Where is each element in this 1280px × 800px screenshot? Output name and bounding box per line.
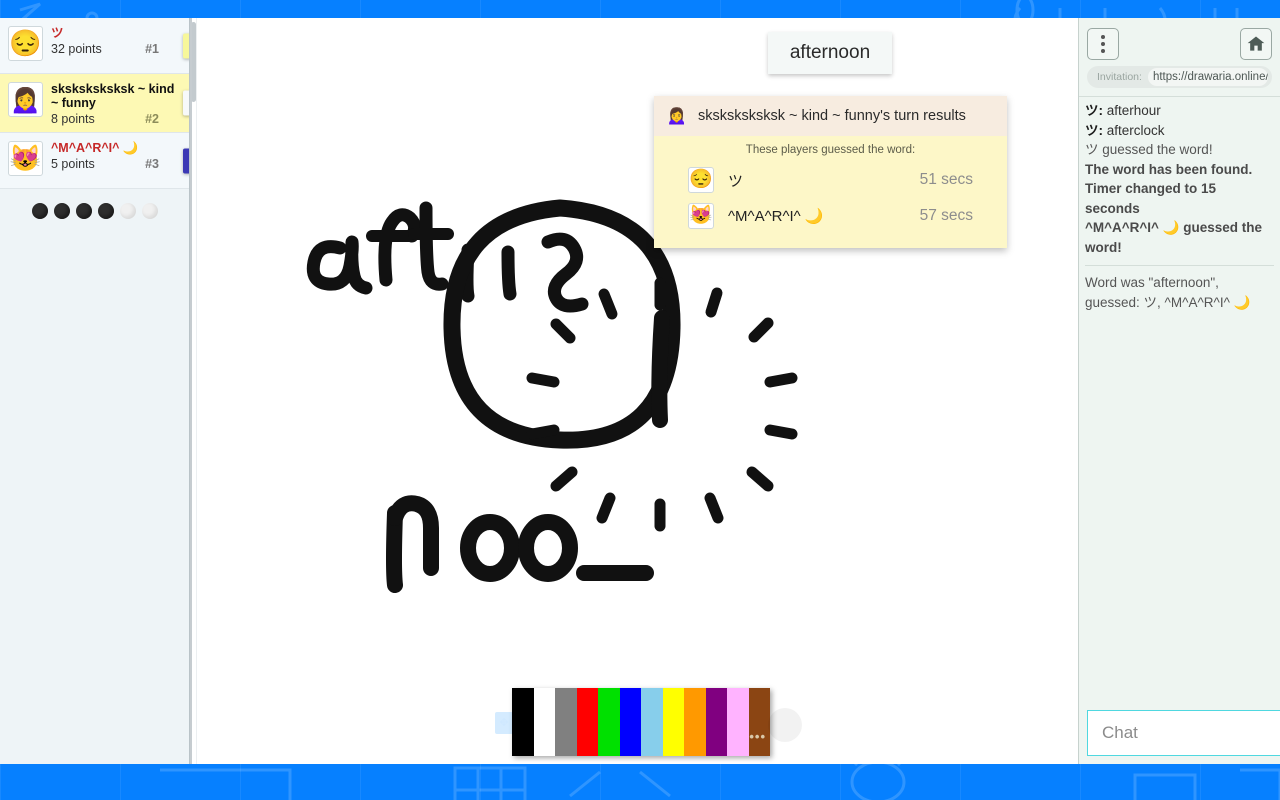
round-dot <box>75 203 92 219</box>
turn-results-body: These players guessed the word: 😔 ツ 51 s… <box>654 136 1007 248</box>
chat-message: ツ guessed the word! <box>1085 142 1213 157</box>
chat-message: The word has been found. <box>1085 161 1253 177</box>
round-dot <box>119 203 136 219</box>
guesser-name: ^M^A^R^I^ 🌙 <box>728 208 824 225</box>
chat-divider <box>1085 265 1274 266</box>
score-badge: +1 <box>183 148 189 173</box>
guesser-time: 51 secs <box>919 171 973 188</box>
turn-results-subtitle: These players guessed the word: <box>745 144 916 156</box>
drawing-canvas[interactable]: afternoon 🙍‍♀️ sksksksksksk ~ kind ~ fun… <box>190 18 1078 764</box>
color-swatch-blue[interactable] <box>619 688 641 756</box>
avatar: 😻 <box>688 203 714 229</box>
round-dot <box>53 203 70 219</box>
chat-text: afterclock <box>1103 122 1165 138</box>
chat-sender: ツ: <box>1085 122 1103 138</box>
avatar: 😔 <box>8 26 43 61</box>
chat-log[interactable]: ツ: afterhour ツ: afterclock ツ guessed the… <box>1079 96 1280 702</box>
current-word-banner: afternoon <box>768 32 892 74</box>
drawing-toolbar: ✥ ••• <box>190 674 1078 764</box>
more-colors-icon[interactable]: ••• <box>749 729 766 744</box>
players-panel: 😔 ツ 32 points #1 +3 🙍‍♀️ sksksksksksk ~ … <box>0 18 190 764</box>
guesser-time: 57 secs <box>919 207 973 224</box>
player-points: 32 points <box>51 42 102 56</box>
player-points: 8 points <box>51 112 95 126</box>
color-swatch-pink[interactable] <box>727 688 749 756</box>
player-rank: #3 <box>145 157 159 171</box>
player-row[interactable]: 😻 ^M^A^R^I^ 🌙 5 points #3 +1 <box>0 133 189 189</box>
invitation-bar[interactable]: Invitation: https://drawaria.online/roor <box>1087 66 1272 88</box>
chat-toolbar <box>1079 18 1280 66</box>
extra-tools-icon[interactable] <box>768 708 802 742</box>
player-points: 5 points <box>51 157 95 171</box>
chat-text: afterhour <box>1103 103 1161 118</box>
round-dot <box>97 203 114 219</box>
chat-sender: ツ: <box>1085 103 1103 118</box>
color-swatch-red[interactable] <box>576 688 598 756</box>
player-rank: #1 <box>145 42 159 56</box>
menu-button[interactable] <box>1087 28 1119 60</box>
round-dot <box>31 203 48 219</box>
color-swatch-yellow[interactable] <box>662 688 684 756</box>
color-swatch-lightblue[interactable] <box>641 688 663 756</box>
color-swatch-orange[interactable] <box>684 688 706 756</box>
chat-summary: Word was "afternoon", guessed: ツ, ^M^A^R… <box>1085 275 1251 310</box>
chat-message: ツ: afterhour <box>1085 101 1274 121</box>
color-swatch-white[interactable] <box>533 688 555 756</box>
score-badge: +2 <box>183 90 189 116</box>
player-row[interactable]: 😔 ツ 32 points #1 +3 <box>0 18 189 74</box>
home-button[interactable] <box>1240 28 1272 60</box>
invitation-url[interactable]: https://drawaria.online/roor <box>1147 68 1268 86</box>
color-swatch-gray[interactable] <box>555 688 577 756</box>
avatar: 🙍‍♀️ <box>8 82 43 117</box>
turn-results-title: sksksksksksk ~ kind ~ funny's turn resul… <box>698 108 966 124</box>
home-icon <box>1247 36 1265 51</box>
chat-panel: Invitation: https://drawaria.online/roor… <box>1078 18 1280 764</box>
chat-message: ^M^A^R^I^ 🌙 guessed the word! <box>1085 220 1262 255</box>
color-swatch-black[interactable] <box>512 688 534 756</box>
badge-rail <box>190 18 192 764</box>
avatar: 🙍‍♀️ <box>666 106 688 125</box>
player-name: ツ <box>51 26 64 40</box>
avatar: 😔 <box>688 167 714 193</box>
guesser-name: ツ <box>728 172 744 190</box>
guesser-row: 😻 ^M^A^R^I^ 🌙 57 secs <box>654 198 1007 234</box>
color-swatch-green[interactable] <box>598 688 620 756</box>
chat-message: Timer changed to 15 seconds <box>1085 181 1217 216</box>
invitation-label: Invitation: <box>1097 71 1142 83</box>
player-name: sksksksksksk ~ kind ~ funny <box>51 82 175 110</box>
brush-size-icon[interactable]: ✥ <box>495 712 513 734</box>
player-row[interactable]: 🙍‍♀️ sksksksksksk ~ kind ~ funny 8 point… <box>0 74 189 133</box>
three-dots-vertical-icon <box>1101 35 1105 53</box>
color-palette[interactable]: ••• <box>512 688 770 756</box>
player-rank: #2 <box>145 112 159 126</box>
turn-results-modal: 🙍‍♀️ sksksksksksk ~ kind ~ funny's turn … <box>654 96 1007 248</box>
round-progress-dots <box>0 189 189 219</box>
score-badge: +3 <box>183 33 189 58</box>
chat-input-bar <box>1079 702 1280 764</box>
guesser-row: 😔 ツ 51 secs <box>654 162 1007 198</box>
color-swatch-brown[interactable]: ••• <box>748 688 770 756</box>
color-swatch-purple[interactable] <box>705 688 727 756</box>
turn-results-header: 🙍‍♀️ sksksksksksk ~ kind ~ funny's turn … <box>654 96 1007 136</box>
chat-message: ツ: afterclock <box>1085 121 1274 141</box>
round-dot <box>141 203 158 219</box>
chat-input[interactable] <box>1087 710 1280 756</box>
player-name: ^M^A^R^I^ 🌙 <box>51 141 139 155</box>
avatar: 😻 <box>8 141 43 176</box>
